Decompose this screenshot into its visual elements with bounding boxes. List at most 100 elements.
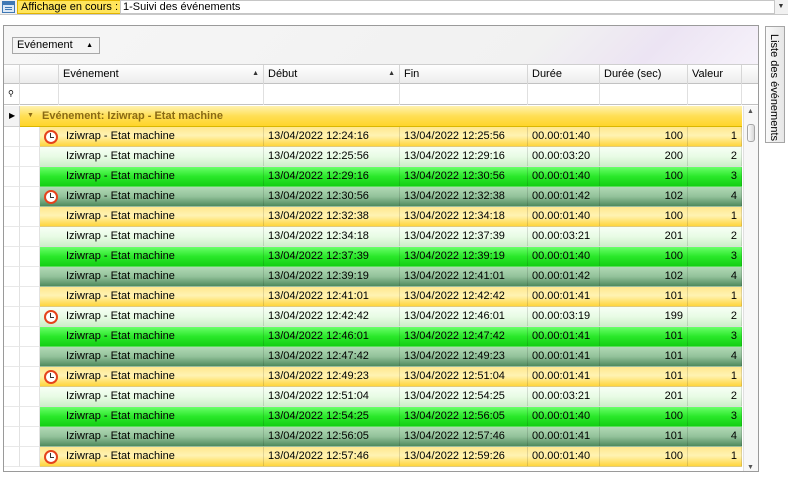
cell-duree-sec[interactable]: 201 [600,387,688,407]
row-indicator[interactable] [4,347,20,367]
cell-duree-sec[interactable]: 101 [600,347,688,367]
header-duree-sec[interactable]: Durée (sec) [600,65,688,84]
table-row[interactable]: Iziwrap - Etat machine 13/04/2022 12:29:1… [4,167,742,187]
table-row[interactable]: Iziwrap - Etat machine 13/04/2022 12:37:3… [4,247,742,267]
table-row[interactable]: Iziwrap - Etat machine 13/04/2022 12:30:5… [4,187,742,207]
table-row[interactable]: Iziwrap - Etat machine 13/04/2022 12:56:0… [4,427,742,447]
cell-duree[interactable]: 00.00:01:40 [528,247,600,267]
cell-debut[interactable]: 13/04/2022 12:42:42 [264,307,400,327]
scroll-down-icon[interactable]: ▼ [747,464,754,471]
table-row[interactable]: Iziwrap - Etat machine 13/04/2022 12:57:4… [4,447,742,467]
cell-duree-sec[interactable]: 101 [600,367,688,387]
filter-debut[interactable] [264,84,400,105]
cell-debut[interactable]: 13/04/2022 12:34:18 [264,227,400,247]
table-row[interactable]: Iziwrap - Etat machine 13/04/2022 12:54:2… [4,407,742,427]
dropdown-arrow-icon[interactable]: ▼ [776,2,786,12]
cell-valeur[interactable]: 4 [688,347,742,367]
filter-fin[interactable] [400,84,528,105]
cell-duree[interactable]: 00.00:01:41 [528,367,600,387]
cell-duree[interactable]: 00.00:01:40 [528,207,600,227]
table-row[interactable]: Iziwrap - Etat machine 13/04/2022 12:51:0… [4,387,742,407]
filter-valeur[interactable] [688,84,742,105]
cell-duree[interactable]: 00.00:01:40 [528,167,600,187]
row-indicator[interactable] [4,247,20,267]
cell-fin[interactable]: 13/04/2022 12:42:42 [400,287,528,307]
row-indicator[interactable] [4,187,20,207]
event-list-side-tab[interactable]: Liste des événements [765,26,785,143]
cell-evenement[interactable]: Iziwrap - Etat machine [40,287,264,307]
table-row[interactable]: Iziwrap - Etat machine 13/04/2022 12:49:2… [4,367,742,387]
vertical-scrollbar[interactable]: ▲ ▼ [743,106,758,471]
row-indicator[interactable] [4,287,20,307]
row-indicator[interactable] [4,327,20,347]
cell-evenement[interactable]: Iziwrap - Etat machine [40,447,264,467]
cell-valeur[interactable]: 4 [688,267,742,287]
header-evenement[interactable]: Evénement ▲ [59,65,264,84]
cell-fin[interactable]: 13/04/2022 12:47:42 [400,327,528,347]
cell-evenement[interactable]: Iziwrap - Etat machine [40,187,264,207]
cell-duree[interactable]: 00.00:03:21 [528,387,600,407]
cell-debut[interactable]: 13/04/2022 12:51:04 [264,387,400,407]
scroll-thumb[interactable] [747,124,755,142]
cell-valeur[interactable]: 1 [688,207,742,227]
cell-duree[interactable]: 00.00:01:40 [528,447,600,467]
table-row[interactable]: Iziwrap - Etat machine 13/04/2022 12:41:0… [4,287,742,307]
header-fin[interactable]: Fin [400,65,528,84]
row-indicator[interactable] [4,447,20,467]
row-indicator[interactable] [4,367,20,387]
cell-duree-sec[interactable]: 101 [600,427,688,447]
table-row[interactable]: Iziwrap - Etat machine 13/04/2022 12:47:4… [4,347,742,367]
cell-valeur[interactable]: 2 [688,307,742,327]
header-duree[interactable]: Durée [528,65,600,84]
cell-debut[interactable]: 13/04/2022 12:25:56 [264,147,400,167]
cell-duree[interactable]: 00.00:01:42 [528,267,600,287]
cell-evenement[interactable]: Iziwrap - Etat machine [40,207,264,227]
cell-evenement[interactable]: Iziwrap - Etat machine [40,427,264,447]
cell-fin[interactable]: 13/04/2022 12:49:23 [400,347,528,367]
cell-debut[interactable]: 13/04/2022 12:56:05 [264,427,400,447]
cell-evenement[interactable]: Iziwrap - Etat machine [40,247,264,267]
cell-fin[interactable]: 13/04/2022 12:37:39 [400,227,528,247]
cell-debut[interactable]: 13/04/2022 12:46:01 [264,327,400,347]
cell-duree-sec[interactable]: 102 [600,267,688,287]
row-indicator[interactable] [4,147,20,167]
cell-fin[interactable]: 13/04/2022 12:39:19 [400,247,528,267]
cell-duree[interactable]: 00.00:03:21 [528,227,600,247]
cell-duree-sec[interactable]: 102 [600,187,688,207]
cell-duree[interactable]: 00.00:01:42 [528,187,600,207]
cell-duree-sec[interactable]: 100 [600,407,688,427]
filter-evenement[interactable] [59,84,264,105]
cell-valeur[interactable]: 2 [688,147,742,167]
cell-evenement[interactable]: Iziwrap - Etat machine [40,407,264,427]
cell-evenement[interactable]: Iziwrap - Etat machine [40,387,264,407]
cell-fin[interactable]: 13/04/2022 12:29:16 [400,147,528,167]
cell-fin[interactable]: 13/04/2022 12:59:26 [400,447,528,467]
table-row[interactable]: Iziwrap - Etat machine 13/04/2022 12:25:5… [4,147,742,167]
filter-duree[interactable] [528,84,600,105]
row-indicator[interactable] [4,427,20,447]
row-indicator[interactable] [4,167,20,187]
cell-duree-sec[interactable]: 100 [600,207,688,227]
row-indicator[interactable] [4,207,20,227]
cell-evenement[interactable]: Iziwrap - Etat machine [40,367,264,387]
cell-evenement[interactable]: Iziwrap - Etat machine [40,347,264,367]
cell-duree[interactable]: 00.00:01:41 [528,327,600,347]
row-indicator[interactable] [4,307,20,327]
group-row[interactable]: ▶ ▼ Evénement: Iziwrap - Etat machine [4,106,758,127]
cell-valeur[interactable]: 4 [688,427,742,447]
cell-fin[interactable]: 13/04/2022 12:56:05 [400,407,528,427]
cell-debut[interactable]: 13/04/2022 12:54:25 [264,407,400,427]
cell-duree[interactable]: 00.00:01:40 [528,127,600,147]
table-row[interactable]: Iziwrap - Etat machine 13/04/2022 12:39:1… [4,267,742,287]
cell-evenement[interactable]: Iziwrap - Etat machine [40,267,264,287]
cell-evenement[interactable]: Iziwrap - Etat machine [40,127,264,147]
group-by-chip[interactable]: Evénement ▲ [12,37,100,54]
header-debut[interactable]: Début ▲ [264,65,400,84]
cell-debut[interactable]: 13/04/2022 12:57:46 [264,447,400,467]
cell-debut[interactable]: 13/04/2022 12:32:38 [264,207,400,227]
collapse-arrow-icon[interactable]: ▼ [27,106,34,126]
cell-debut[interactable]: 13/04/2022 12:41:01 [264,287,400,307]
cell-evenement[interactable]: Iziwrap - Etat machine [40,167,264,187]
row-indicator[interactable] [4,227,20,247]
table-row[interactable]: Iziwrap - Etat machine 13/04/2022 12:24:1… [4,127,742,147]
